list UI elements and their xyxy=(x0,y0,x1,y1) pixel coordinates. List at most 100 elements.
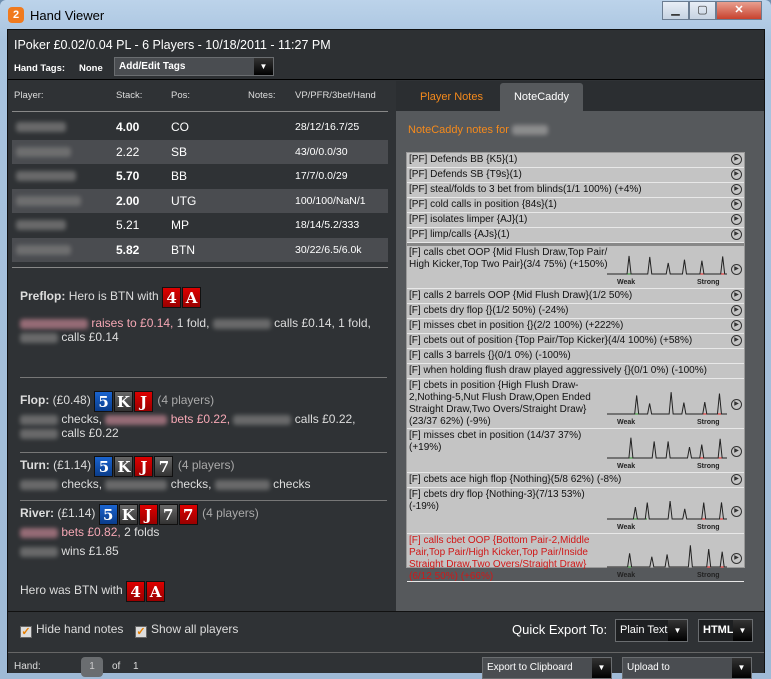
note-text: [PF] Defends BB {K5}(1) xyxy=(409,154,518,165)
player-name-blurred xyxy=(214,479,270,490)
divider xyxy=(12,267,388,268)
summary-text: Hero was BTN with xyxy=(20,583,123,597)
notes-panel: Player Notes NoteCaddy NoteCaddy notes f… xyxy=(396,81,764,611)
player-name-blurred xyxy=(16,122,66,132)
note-row: [F] calls 2 barrels OOP {Mid Flush Draw}… xyxy=(407,289,744,304)
note-row: [PF] isolates limper {AJ}(1) ▶ xyxy=(407,213,744,228)
dropdown-value: Plain Text xyxy=(620,624,668,636)
street-label: Turn: xyxy=(20,458,50,472)
card: 7 xyxy=(154,456,174,477)
note-row: [PF] Defends BB {K5}(1) ▶ xyxy=(407,153,744,168)
play-icon[interactable]: ▶ xyxy=(731,214,742,225)
dropdown-value: Upload to xyxy=(627,662,670,673)
player-count: (4 players) xyxy=(177,458,235,472)
export-type-dropdown[interactable]: HTML ▼ xyxy=(698,619,753,642)
note-row: [PF] cold calls in position {84s}(1) ▶ xyxy=(407,198,744,213)
player-name-blurred xyxy=(20,479,58,490)
divider xyxy=(8,652,764,653)
player-name-blurred xyxy=(16,195,81,206)
player-name-blurred xyxy=(20,332,58,343)
strength-graph: Weak Strong xyxy=(607,392,727,426)
player-row[interactable]: 2.00 UTG 100/100/NaN/1 xyxy=(12,188,388,213)
note-text: [F] misses cbet in position {}(2/2 100%)… xyxy=(409,320,624,331)
play-icon[interactable]: ▶ xyxy=(731,264,742,275)
hand-tags-value: None xyxy=(79,63,103,74)
stack: 2.22 xyxy=(116,144,140,159)
checkmark-icon: ✓ xyxy=(20,626,32,638)
note-text: [F] cbets out of position {Top Pair/Top … xyxy=(409,335,693,346)
player-row[interactable]: 5.70 BB 17/7/0.0/29 xyxy=(12,164,388,188)
divider xyxy=(20,452,387,453)
close-button[interactable]: ✕ xyxy=(716,1,762,20)
street-label: River: xyxy=(20,506,55,520)
of-label: of xyxy=(112,661,121,672)
card: 5 xyxy=(94,391,114,412)
maximize-button[interactable]: ▢ xyxy=(689,1,716,20)
tags-dropdown[interactable]: Add/Edit Tags ▼ xyxy=(114,57,274,76)
note-text: [F] calls cbet OOP {Bottom Pair-2,Middle… xyxy=(409,535,590,582)
strong-label: Strong xyxy=(697,524,720,531)
tab-player-notes[interactable]: Player Notes xyxy=(404,83,499,112)
card: 5 xyxy=(98,504,118,525)
play-icon[interactable]: ▶ xyxy=(731,446,742,457)
position: UTG xyxy=(171,193,197,208)
play-icon[interactable]: ▶ xyxy=(731,154,742,165)
note-text: [PF] cold calls in position {84s}(1) xyxy=(409,199,557,210)
hide-hand-notes-checkbox[interactable]: ✓ Hide hand notes xyxy=(20,622,123,638)
player-row[interactable]: 5.21 MP 18/14/5.2/333 xyxy=(12,213,388,237)
action: bets £0.82, xyxy=(61,525,121,539)
note-text: [F] calls 2 barrels OOP {Mid Flush Draw}… xyxy=(409,290,633,301)
player-name-blurred xyxy=(16,171,76,181)
export-clipboard-dropdown[interactable]: Export to Clipboard ▼ xyxy=(482,657,612,679)
client-area: IPoker £0.02/0.04 PL - 6 Players - 10/18… xyxy=(7,29,765,679)
play-icon[interactable]: ▶ xyxy=(731,506,742,517)
play-icon[interactable]: ▶ xyxy=(731,305,742,316)
export-format-dropdown[interactable]: Plain Text ▼ xyxy=(615,619,688,642)
player-stats: 30/22/6.5/6.0k xyxy=(295,243,362,256)
tab-notecaddy[interactable]: NoteCaddy xyxy=(500,83,583,112)
action: checks, xyxy=(170,477,212,491)
play-icon[interactable]: ▶ xyxy=(731,229,742,240)
total-hands: 1 xyxy=(133,661,139,672)
hand-viewer-window: 2 Hand Viewer ▁ ▢ ✕ IPoker £0.02/0.04 PL… xyxy=(0,0,771,679)
stack: 2.00 xyxy=(116,193,140,208)
note-row: [F] misses cbet in position {}(2/2 100%)… xyxy=(407,319,744,334)
player-stats: 100/100/NaN/1 xyxy=(295,194,366,207)
player-name-blurred xyxy=(233,414,292,425)
note-text: [PF] isolates limper {AJ}(1) xyxy=(409,214,528,225)
note-row: [F] misses cbet in position (14/37 37%) … xyxy=(407,429,744,473)
card: 7 xyxy=(178,504,198,525)
show-all-players-checkbox[interactable]: ✓ Show all players xyxy=(135,622,238,638)
note-row: [F] when holding flush draw played aggre… xyxy=(407,364,744,379)
player-name-blurred xyxy=(212,318,271,329)
minimize-button[interactable]: ▁ xyxy=(662,1,689,20)
player-count: (4 players) xyxy=(202,506,259,520)
player-row[interactable]: 2.22 SB 43/0/0.0/30 xyxy=(12,139,388,164)
note-row: [F] cbets dry flop {}(1/2 50%) (-24%) ▶ xyxy=(407,304,744,319)
play-icon[interactable]: ▶ xyxy=(731,184,742,195)
col-stats: VP/PFR/3bet/Hand xyxy=(295,90,376,101)
player-row[interactable]: 5.82 BTN 30/22/6.5/6.0k xyxy=(12,237,388,262)
play-icon[interactable]: ▶ xyxy=(731,169,742,180)
play-icon[interactable]: ▶ xyxy=(731,199,742,210)
play-icon[interactable]: ▶ xyxy=(731,399,742,410)
play-icon[interactable]: ▶ xyxy=(731,474,742,485)
player-row[interactable]: 4.00 CO 28/12/16.7/25 xyxy=(12,115,388,139)
quick-export-label: Quick Export To: xyxy=(512,622,608,637)
play-icon[interactable]: ▶ xyxy=(731,320,742,331)
play-icon[interactable]: ▶ xyxy=(731,335,742,346)
divider xyxy=(20,500,387,501)
card: J xyxy=(134,391,154,412)
note-text: [F] cbets dry flop {}(1/2 50%) (-24%) xyxy=(409,305,569,316)
card: K xyxy=(118,504,138,525)
play-icon[interactable]: ▶ xyxy=(731,290,742,301)
note-row: [F] cbets dry flop {Nothing-3}(7/13 53%)… xyxy=(407,488,744,534)
upload-to-dropdown[interactable]: Upload to ▼ xyxy=(622,657,752,679)
play-icon[interactable]: ▶ xyxy=(731,553,742,564)
card: 7 xyxy=(158,504,178,525)
hand-number-input[interactable]: 1 xyxy=(81,657,103,677)
note-text: [F] when holding flush draw played aggre… xyxy=(409,365,707,376)
note-row: [F] calls cbet OOP {Bottom Pair-2,Middle… xyxy=(407,534,744,582)
note-text: [F] cbets dry flop {Nothing-3}(7/13 53%)… xyxy=(409,489,585,512)
position: MP xyxy=(171,218,189,232)
